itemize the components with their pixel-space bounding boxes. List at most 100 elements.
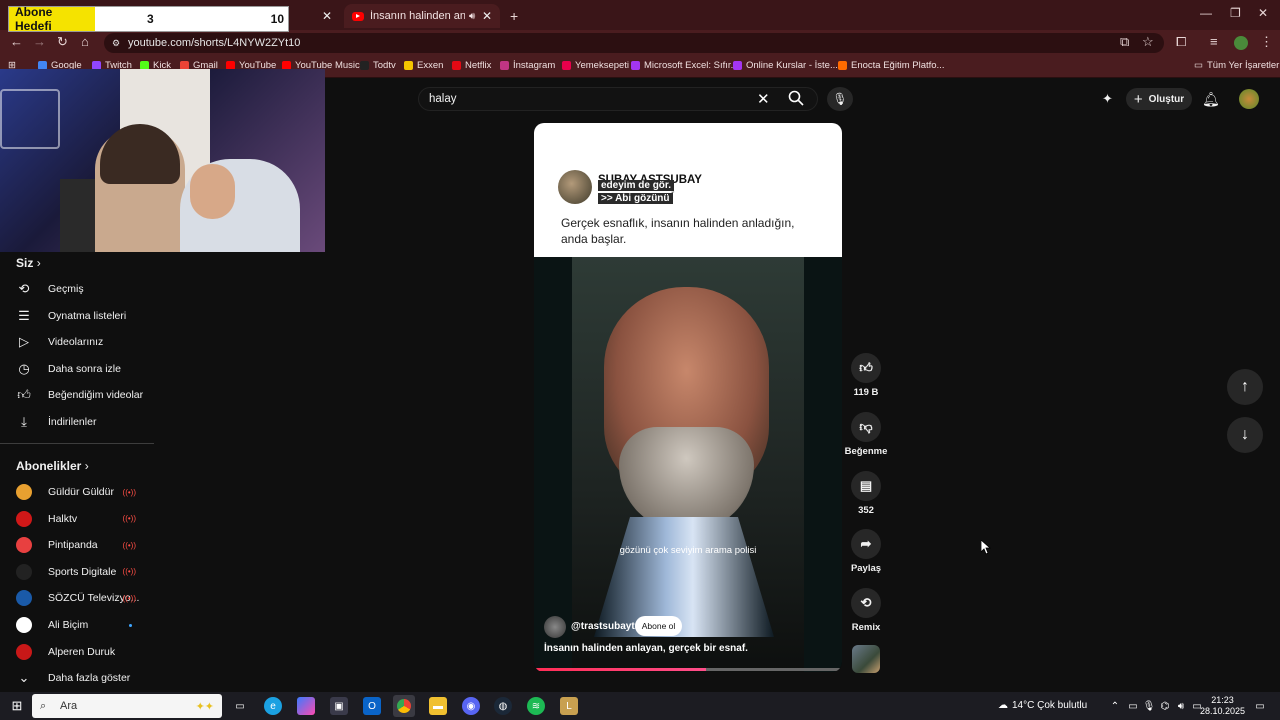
channel-handle[interactable]: @trastsubaytr [571,621,639,632]
bookmark-favicon-icon [562,61,571,70]
sidebar-item-label: Daha sonra izle [48,362,121,375]
like-button[interactable]: 👍︎ 119 B [848,353,884,398]
address-bar[interactable]: ⚙ youtube.com/shorts/L4NYW2ZYt10 [104,33,1164,53]
reload-icon[interactable]: ↻ [57,34,68,50]
copilot-icon[interactable] [297,697,315,715]
sidebar-item[interactable]: ⤓ İndirilenler [0,409,154,435]
close-tab-icon[interactable]: ✕ [482,9,492,23]
notifications-bell-icon[interactable]: 🔔︎ [1202,91,1220,108]
comments-button[interactable]: ▤ 352 [848,471,884,516]
subscription-item[interactable]: Güldür Güldür ((•)) [0,479,154,505]
minimize-icon[interactable]: — [1200,6,1212,20]
remix-label: Remix [851,622,881,633]
notification-center-icon[interactable]: ▭ [1251,697,1269,715]
bookmark-item[interactable]: Yemeksepeti [562,60,629,71]
discord-icon[interactable]: ◉ [462,697,480,715]
dislike-label: Beğenme [844,446,888,457]
browser-tab-active[interactable]: İnsanın halinden anlayan, g 🔊︎ ✕ [344,4,500,28]
caption-line-2: >> Abi gözünü [598,193,673,204]
cast-icon[interactable]: ✦ [1102,91,1113,107]
weather-widget[interactable]: ☁ 14°C Çok bulutlu [998,700,1087,711]
subscription-item[interactable]: Alperen Duruk [0,639,154,665]
next-short-arrow-down-icon[interactable]: ↓ [1227,417,1263,453]
restore-icon[interactable]: ❐ [1230,6,1241,20]
sidebar-item-label: Geçmiş [48,283,84,295]
taskbar-search-input[interactable]: ⌕ Ara ✦✦ [32,694,222,718]
league-of-legends-icon[interactable]: L [560,697,578,715]
channel-avatar [16,484,32,500]
comments-count: 352 [858,505,874,516]
spotify-icon[interactable]: ≋ [527,697,545,715]
share-button[interactable]: ➦ Paylaş [848,529,884,574]
show-more-button[interactable]: ⌄ Daha fazla göster [0,665,154,691]
subscription-item[interactable]: Halktv ((•)) [0,506,154,532]
steam-icon[interactable]: ◍ [494,697,512,715]
sidebar-item[interactable]: ⟲ Geçmiş [0,276,154,302]
voice-search-mic-icon[interactable]: 🎙︎ [827,87,853,111]
profile-avatar[interactable] [1234,36,1248,50]
account-avatar[interactable] [1239,89,1259,109]
site-info-icon[interactable]: ⚙ [112,38,120,49]
sidebar-item[interactable]: 👍︎ Beğendiğim videolar [0,382,154,408]
bookmark-favicon-icon [360,61,369,70]
file-explorer-icon[interactable]: ▬ [429,697,447,715]
bookmark-item[interactable]: Online Kurslar - İste... [733,60,838,71]
close-tab-icon[interactable]: ✕ [322,9,332,23]
channel-avatar [16,617,32,633]
outlook-icon[interactable]: O [363,697,381,715]
subscription-label: Alperen Duruk [48,645,116,658]
browser-tab-inactive[interactable]: ✕ [290,4,340,28]
bookmark-item[interactable]: Todtv [360,60,396,71]
close-window-icon[interactable]: ✕ [1258,6,1268,20]
bookmark-star-icon[interactable]: ☆ [1142,34,1154,50]
forward-icon[interactable]: → [33,34,46,49]
media-control-icon[interactable]: ≡ [1210,34,1218,49]
subscription-item[interactable]: SÖZCÜ Televizyo... ((•)) [0,585,154,611]
dislike-button[interactable]: 👎︎ Beğenme [845,412,887,457]
search-icon[interactable] [788,90,804,109]
home-icon[interactable]: ⌂ [81,34,89,49]
show-hidden-icons-chevron-icon[interactable]: ⌃ [1106,697,1124,715]
bookmark-item[interactable]: Netflix [452,60,491,71]
bookmark-item[interactable]: Enocta Eğitim Platfo... [838,60,944,71]
subscriptions-header[interactable]: Abonelikler › [16,459,89,473]
clear-search-icon[interactable]: ✕ [757,90,770,108]
you-section-header[interactable]: Siz › [16,256,41,270]
speaker-icon[interactable]: 🔊︎ [469,11,475,22]
bookmark-item[interactable]: İnstagram [500,60,555,71]
chrome-menu-icon[interactable]: ⋮ [1260,34,1273,50]
shorts-player[interactable]: SUBAY ASTSUBAY r edeyim de gör. >> Abi g… [534,123,842,672]
subscription-item[interactable]: Sports Digitale ((•)) [0,559,154,585]
video-frame[interactable] [534,257,842,672]
sound-thumbnail[interactable] [852,645,880,673]
bookmark-item[interactable]: Exxen [404,60,443,71]
remix-button[interactable]: ⟲ Remix [848,588,884,633]
subscribe-button[interactable]: Abone ol [635,616,682,636]
new-tab-button[interactable]: + [502,4,526,28]
sidebar-item[interactable]: ☰ Oynatma listeleri [0,303,154,329]
back-icon[interactable]: ← [10,34,23,49]
channel-avatar[interactable] [558,170,592,204]
system-clock[interactable]: 21:23 28.10.2025 [1200,695,1245,717]
sidebar-item[interactable]: ◷ Daha sonra izle [0,356,154,382]
progress-bar[interactable] [534,668,842,671]
subscription-item[interactable]: Ali Biçim [0,612,154,638]
sidebar-item[interactable]: ▷ Videolarınız [0,329,154,355]
edge-icon[interactable]: e [264,697,282,715]
task-view-icon[interactable]: ▭ [231,697,249,715]
install-icon[interactable]: ⧉ [1120,34,1129,50]
bookmark-favicon-icon [733,61,742,70]
all-bookmarks-link[interactable]: ▭ Tüm Yer İşaretleri [1194,60,1280,71]
live-indicator-icon: ((•)) [122,540,136,550]
live-indicator-icon: ((•)) [122,567,136,577]
subscription-item[interactable]: Pintipanda ((•)) [0,532,154,558]
thumbs-up-icon: 👍︎ [851,353,881,383]
chrome-icon[interactable] [393,695,415,717]
store-icon[interactable]: ▣ [330,697,348,715]
previous-short-arrow-up-icon[interactable]: ↑ [1227,369,1263,405]
windows-start-icon[interactable]: ⊞ [8,697,26,715]
channel-avatar-small[interactable] [544,616,566,638]
create-button[interactable]: + Oluştur [1126,88,1192,110]
bookmark-item[interactable]: Microsoft Excel: Sıfır... [631,60,739,71]
extensions-icon[interactable]: ⧠ [1176,34,1186,50]
